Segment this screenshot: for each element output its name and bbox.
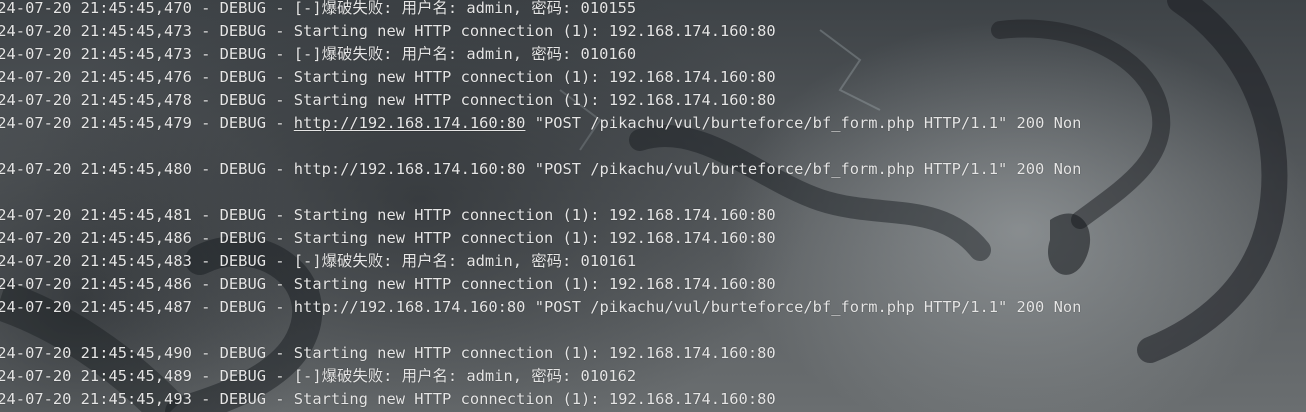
log-message: Starting new HTTP connection (1): 192.16…	[293, 390, 776, 408]
log-line: 024-07-20 21:45:45,490 - DEBUG - Startin…	[0, 342, 1306, 365]
terminal-output[interactable]: 024-07-20 21:45:45,470 - DEBUG - [-]爆破失败…	[0, 0, 1306, 412]
log-message: [-]爆破失败: 用户名: admin, 密码: 010162	[293, 367, 637, 385]
log-prefix: 024-07-20 21:45:45,486 - DEBUG -	[0, 275, 294, 293]
log-prefix: 024-07-20 21:45:45,483 - DEBUG -	[0, 252, 294, 270]
log-prefix: 024-07-20 21:45:45,493 - DEBUG -	[0, 390, 294, 408]
log-prefix: 024-07-20 21:45:45,470 - DEBUG -	[0, 0, 294, 17]
log-line: 024-07-20 21:45:45,470 - DEBUG - [-]爆破失败…	[0, 0, 1306, 20]
log-line: 024-07-20 21:45:45,487 - DEBUG - http://…	[0, 296, 1306, 319]
log-prefix: 024-07-20 21:45:45,479 - DEBUG -	[0, 114, 294, 132]
log-message: Starting new HTTP connection (1): 192.16…	[293, 68, 776, 86]
log-line: 024-07-20 21:45:45,483 - DEBUG - [-]爆破失败…	[0, 250, 1306, 273]
log-prefix: 024-07-20 21:45:45,486 - DEBUG -	[0, 229, 294, 247]
log-line: 024-07-20 21:45:45,480 - DEBUG - http://…	[0, 158, 1306, 181]
log-line: 024-07-20 21:45:45,473 - DEBUG - [-]爆破失败…	[0, 43, 1306, 66]
log-url-link[interactable]: http://192.168.174.160:80	[294, 114, 526, 132]
log-prefix: 024-07-20 21:45:45,490 - DEBUG -	[0, 344, 294, 362]
log-line: 024-07-20 21:45:45,481 - DEBUG - Startin…	[0, 204, 1306, 227]
log-line: 024-07-20 21:45:45,479 - DEBUG - http://…	[0, 112, 1306, 135]
log-message: Starting new HTTP connection (1): 192.16…	[293, 344, 776, 362]
log-prefix: 024-07-20 21:45:45,473 - DEBUG -	[0, 22, 294, 40]
log-message: [-]爆破失败: 用户名: admin, 密码: 010161	[293, 252, 637, 270]
log-message: Starting new HTTP connection (1): 192.16…	[293, 275, 776, 293]
log-line: 024-07-20 21:45:45,486 - DEBUG - Startin…	[0, 273, 1306, 296]
log-message: [-]爆破失败: 用户名: admin, 密码: 010155	[293, 0, 637, 17]
log-message: [-]爆破失败: 用户名: admin, 密码: 010160	[293, 45, 637, 63]
log-line: 024-07-20 21:45:45,476 - DEBUG - Startin…	[0, 66, 1306, 89]
log-line: 024-07-20 21:45:45,489 - DEBUG - [-]爆破失败…	[0, 365, 1306, 388]
log-line: 024-07-20 21:45:45,478 - DEBUG - Startin…	[0, 89, 1306, 112]
log-prefix: 024-07-20 21:45:45,481 - DEBUG -	[0, 206, 294, 224]
log-prefix: 024-07-20 21:45:45,476 - DEBUG -	[0, 68, 294, 86]
log-message: http://192.168.174.160:80 "POST /pikachu…	[293, 160, 1082, 178]
log-message: Starting new HTTP connection (1): 192.16…	[293, 91, 776, 109]
log-line: 024-07-20 21:45:45,473 - DEBUG - Startin…	[0, 20, 1306, 43]
log-prefix: 024-07-20 21:45:45,487 - DEBUG -	[0, 298, 294, 316]
log-line: 024-07-20 21:45:45,493 - DEBUG - Startin…	[0, 388, 1306, 411]
log-message: http://192.168.174.160:80 "POST /pikachu…	[293, 298, 1082, 316]
log-prefix: 024-07-20 21:45:45,478 - DEBUG -	[0, 91, 294, 109]
log-prefix: 024-07-20 21:45:45,480 - DEBUG -	[0, 160, 294, 178]
log-prefix: 024-07-20 21:45:45,473 - DEBUG -	[0, 45, 294, 63]
log-message: Starting new HTTP connection (1): 192.16…	[293, 229, 776, 247]
log-line: 024-07-20 21:45:45,486 - DEBUG - Startin…	[0, 227, 1306, 250]
log-message: "POST /pikachu/vul/burteforce/bf_form.ph…	[525, 114, 1082, 132]
log-prefix: 024-07-20 21:45:45,489 - DEBUG -	[0, 367, 294, 385]
log-message: Starting new HTTP connection (1): 192.16…	[293, 206, 776, 224]
log-message: Starting new HTTP connection (1): 192.16…	[293, 22, 776, 40]
